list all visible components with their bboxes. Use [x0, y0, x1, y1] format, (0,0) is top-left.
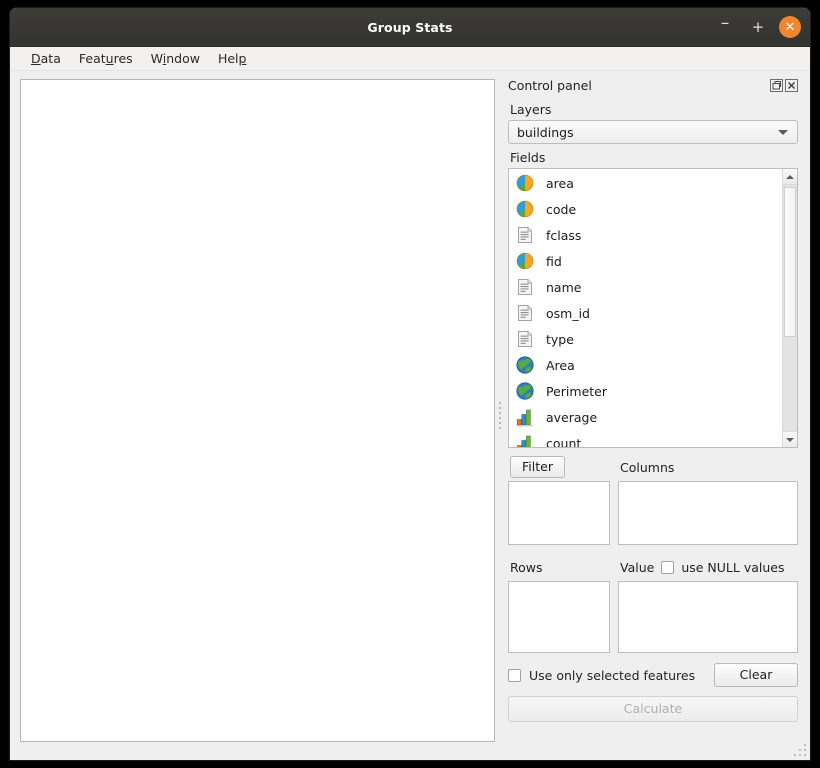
control-panel-title: Control panel — [508, 77, 592, 93]
fields-listbox[interactable]: area code fclass fid name osm_idtype Area Perim… — [508, 168, 798, 448]
field-list-item[interactable]: Area — [509, 352, 782, 378]
filter-columns-header: Filter Columns — [508, 456, 798, 478]
control-panel-header-buttons — [770, 78, 798, 92]
calculate-button[interactable]: Calculate — [508, 696, 798, 722]
close-button[interactable]: ✕ — [779, 16, 801, 38]
scroll-up-button[interactable] — [783, 169, 797, 185]
scroll-down-button[interactable] — [783, 431, 797, 447]
use-only-selected-checkbox[interactable] — [508, 668, 521, 682]
rows-value-header: Rows Value use NULL values — [508, 557, 798, 577]
results-table-area[interactable] — [20, 79, 495, 742]
field-list-item[interactable]: count — [509, 430, 782, 447]
window-title: Group Stats — [367, 19, 453, 35]
layers-selected-value: buildings — [517, 124, 574, 140]
application-window: Group Stats – + ✕ Data Features Window H… — [10, 8, 810, 760]
fields-label: Fields — [510, 150, 546, 165]
arrow-down-icon — [786, 437, 794, 442]
field-name-label: Perimeter — [546, 383, 607, 399]
field-name-label: average — [546, 409, 598, 425]
filter-listbox[interactable] — [508, 481, 610, 545]
text-field-icon — [518, 331, 532, 347]
field-name-label: area — [546, 175, 574, 191]
field-name-label: type — [546, 331, 574, 347]
field-list-item[interactable]: fid — [509, 248, 782, 274]
close-icon[interactable] — [785, 78, 798, 92]
control-panel: Control panel Layers buildings Fields ar… — [505, 71, 810, 760]
field-name-label: fclass — [546, 227, 582, 243]
window-body: Control panel Layers buildings Fields ar… — [10, 71, 810, 760]
numeric-field-icon — [516, 252, 534, 270]
numeric-field-icon — [516, 200, 534, 218]
geometry-globe-icon — [516, 382, 534, 400]
options-row: Use only selected features Clear — [508, 663, 798, 687]
field-list-item[interactable]: osm_id — [509, 300, 782, 326]
title-bar[interactable]: Group Stats – + ✕ — [10, 8, 810, 47]
splitter-grip-icon — [499, 402, 501, 429]
menu-window[interactable]: Window — [142, 49, 209, 68]
field-list-item[interactable]: type — [509, 326, 782, 352]
field-list-item[interactable]: fclass — [509, 222, 782, 248]
fields-list: area code fclass fid name osm_idtype Area Perim… — [509, 169, 782, 447]
field-name-label: count — [546, 435, 582, 448]
value-listbox[interactable] — [618, 581, 798, 653]
maximize-button[interactable]: + — [746, 15, 770, 39]
scrollbar-track[interactable] — [783, 185, 797, 431]
field-list-item[interactable]: code — [509, 196, 782, 222]
field-name-label: code — [546, 201, 577, 217]
value-header-cell: Value use NULL values — [620, 560, 798, 575]
use-null-values-checkbox[interactable] — [661, 560, 675, 574]
geometry-globe-icon — [516, 356, 534, 374]
filter-button[interactable]: Filter — [510, 456, 565, 478]
field-name-label: Area — [546, 357, 575, 373]
minimize-button[interactable]: – — [713, 12, 737, 43]
use-null-values-label: use NULL values — [681, 559, 785, 575]
field-list-item[interactable]: name — [509, 274, 782, 300]
menu-help[interactable]: Help — [209, 49, 256, 68]
rows-listbox[interactable] — [508, 581, 610, 653]
layers-label: Layers — [510, 102, 552, 117]
field-name-label: name — [546, 279, 582, 295]
field-name-label: fid — [546, 253, 562, 269]
field-name-label: osm_id — [546, 305, 590, 321]
window-controls: – + ✕ — [713, 8, 801, 46]
float-icon[interactable] — [770, 78, 783, 92]
text-field-icon — [518, 305, 532, 321]
menu-features[interactable]: Features — [70, 49, 142, 68]
fields-scrollbar[interactable] — [782, 169, 797, 447]
text-field-icon — [518, 279, 532, 295]
scrollbar-thumb[interactable] — [784, 187, 796, 338]
menu-bar: Data Features Window Help — [10, 47, 810, 71]
rows-value-row — [508, 581, 798, 653]
use-only-selected-label: Use only selected features — [529, 667, 696, 683]
text-field-icon — [518, 227, 532, 243]
chevron-down-icon — [778, 129, 788, 135]
panel-splitter[interactable] — [495, 71, 505, 760]
numeric-field-icon — [516, 174, 534, 192]
field-list-item[interactable]: Perimeter — [509, 378, 782, 404]
arrow-up-icon — [786, 174, 794, 179]
clear-button[interactable]: Clear — [714, 663, 798, 687]
columns-listbox[interactable] — [618, 481, 798, 545]
rows-label: Rows — [510, 559, 543, 575]
filter-header-cell: Filter — [510, 456, 612, 478]
control-panel-header: Control panel — [508, 74, 798, 96]
value-label: Value — [620, 559, 655, 575]
field-list-item[interactable]: area — [509, 170, 782, 196]
menu-data[interactable]: Data — [22, 49, 70, 68]
results-area-wrapper — [10, 71, 495, 760]
field-list-item[interactable]: average — [509, 404, 782, 430]
statistic-bar-icon — [516, 409, 533, 427]
layers-combobox[interactable]: buildings — [508, 120, 798, 144]
filter-columns-row — [508, 481, 798, 545]
statistic-bar-icon — [516, 435, 531, 447]
columns-label: Columns — [620, 459, 675, 475]
